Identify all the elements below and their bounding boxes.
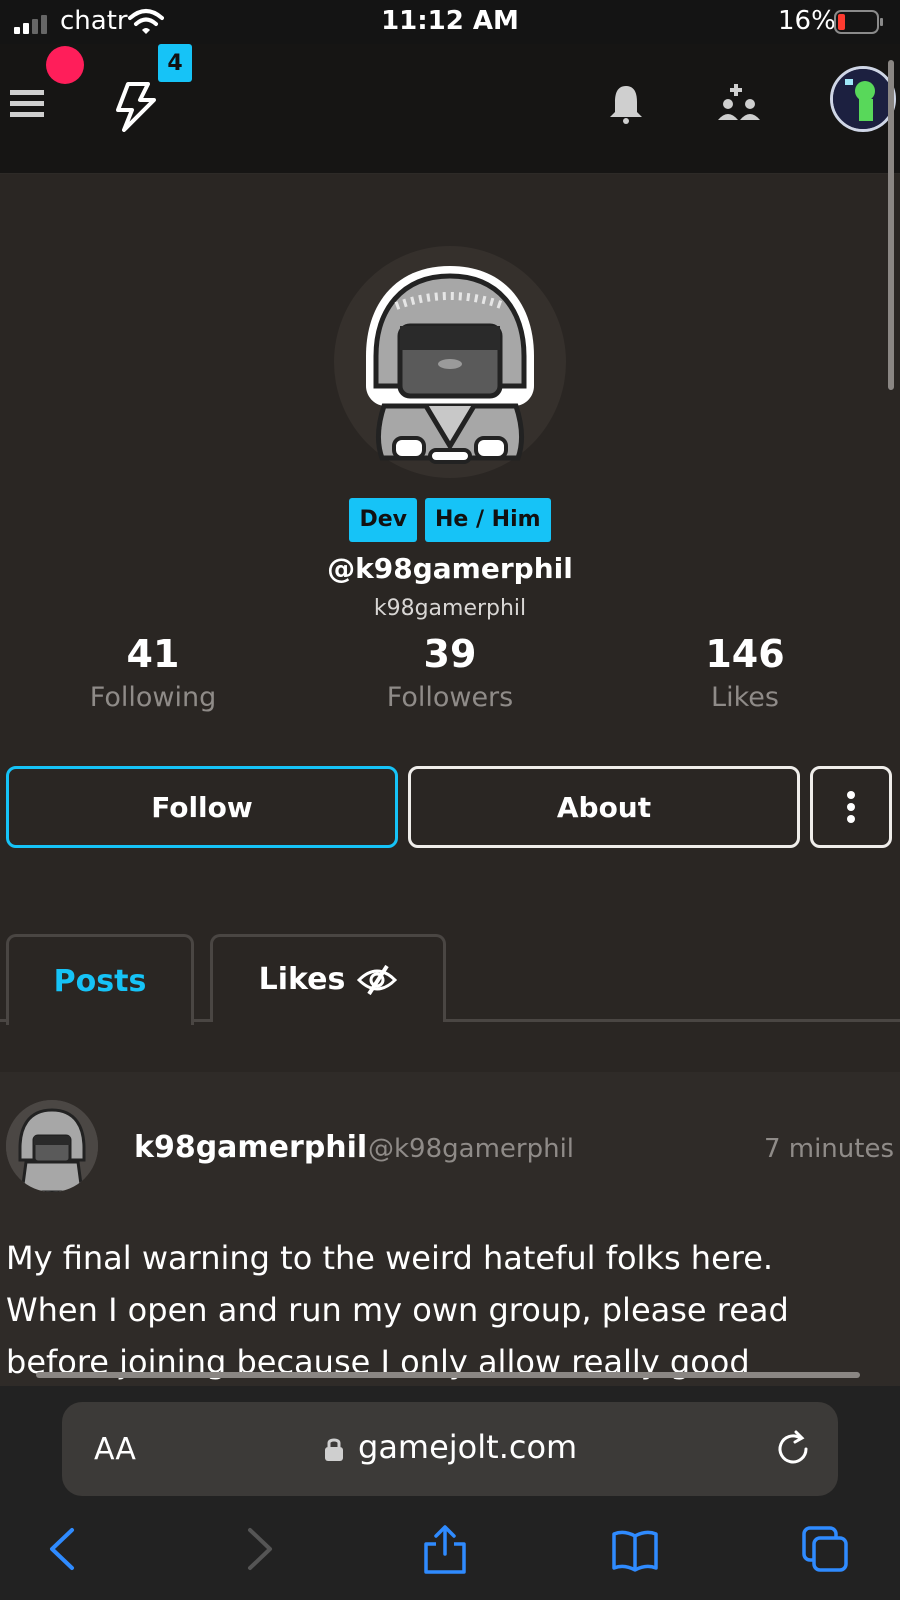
url-text: gamejolt.com (358, 1428, 578, 1466)
tab-posts-label: Posts (53, 963, 147, 999)
stat-following-value: 41 (126, 632, 180, 676)
battery-icon (834, 10, 883, 34)
profile-tags: Dev He / Him (0, 498, 900, 542)
follow-button[interactable]: Follow (6, 766, 398, 848)
lock-icon (325, 1438, 343, 1461)
post-author-avatar[interactable] (6, 1100, 98, 1192)
hidden-eye-icon (357, 964, 398, 995)
post-author-handle[interactable]: @k98gamerphil (368, 1134, 574, 1164)
tab-likes[interactable]: Likes (210, 934, 446, 1022)
stat-likes-value: 146 (705, 632, 785, 676)
stat-followers-label: Followers (386, 682, 514, 713)
menu-icon[interactable] (10, 88, 44, 120)
profile-display-name: @k98gamerphil (327, 552, 573, 585)
post-body: My final warning to the weird hateful fo… (6, 1232, 886, 1388)
stat-following[interactable]: 41 Following (28, 632, 278, 713)
profile-avatar (334, 246, 566, 478)
page-scrollbar[interactable] (888, 60, 894, 390)
battery-percent: 16% (778, 6, 836, 36)
tab-posts[interactable]: Posts (6, 934, 194, 1025)
tab-likes-label: Likes (258, 962, 346, 997)
stat-likes[interactable]: 146 Likes (620, 632, 870, 713)
more-icon (847, 791, 855, 823)
stat-likes-label: Likes (711, 682, 779, 713)
post-timestamp: 7 minutes (763, 1134, 894, 1164)
about-button[interactable]: About (408, 766, 800, 848)
hooded-character-avatar (366, 266, 534, 464)
address-bar[interactable]: AA gamejolt.com (62, 1402, 838, 1496)
friends-icon[interactable] (718, 84, 762, 124)
post-line: My final warning to the weird hateful fo… (6, 1239, 774, 1277)
bolt-icon[interactable] (114, 82, 158, 132)
tag-dev: Dev (349, 498, 417, 542)
horizontal-scroll-indicator (36, 1372, 860, 1378)
user-avatar[interactable] (830, 66, 896, 132)
reload-icon[interactable] (774, 1430, 812, 1468)
forward-icon[interactable] (232, 1524, 282, 1574)
share-icon[interactable] (420, 1524, 470, 1574)
clock: 11:12 AM (381, 6, 519, 36)
profile-tabs: Posts Likes (0, 934, 900, 1025)
stat-following-label: Following (89, 682, 217, 713)
stat-followers-value: 39 (423, 632, 477, 676)
tabs-icon[interactable] (800, 1524, 850, 1574)
stat-followers[interactable]: 39 Followers (325, 632, 575, 713)
profile-username: k98gamerphil (373, 596, 527, 621)
more-options-button[interactable] (810, 766, 892, 848)
notification-count-badge: 4 (158, 44, 192, 82)
hooded-character-avatar-small (6, 1100, 98, 1192)
app-header: 4 (0, 44, 900, 174)
user-avatar-image (833, 69, 893, 129)
status-bar: chatr 11:12 AM 16% (0, 0, 900, 44)
post-line: When I open and run my own group, please… (6, 1291, 789, 1329)
browser-toolbar: AA gamejolt.com (0, 1386, 900, 1600)
tag-pronouns: He / Him (424, 498, 551, 542)
post-card[interactable]: k98gamerphil @k98gamerphil 7 minutes My … (0, 1072, 900, 1392)
post-line: before joining because I only allow real… (6, 1343, 750, 1381)
back-icon[interactable] (40, 1524, 90, 1574)
bookmarks-icon[interactable] (610, 1524, 660, 1574)
bell-icon[interactable] (608, 84, 644, 124)
reader-settings-button[interactable]: AA (94, 1432, 136, 1467)
post-author-name[interactable]: k98gamerphil (134, 1130, 367, 1165)
recording-indicator (46, 46, 84, 84)
